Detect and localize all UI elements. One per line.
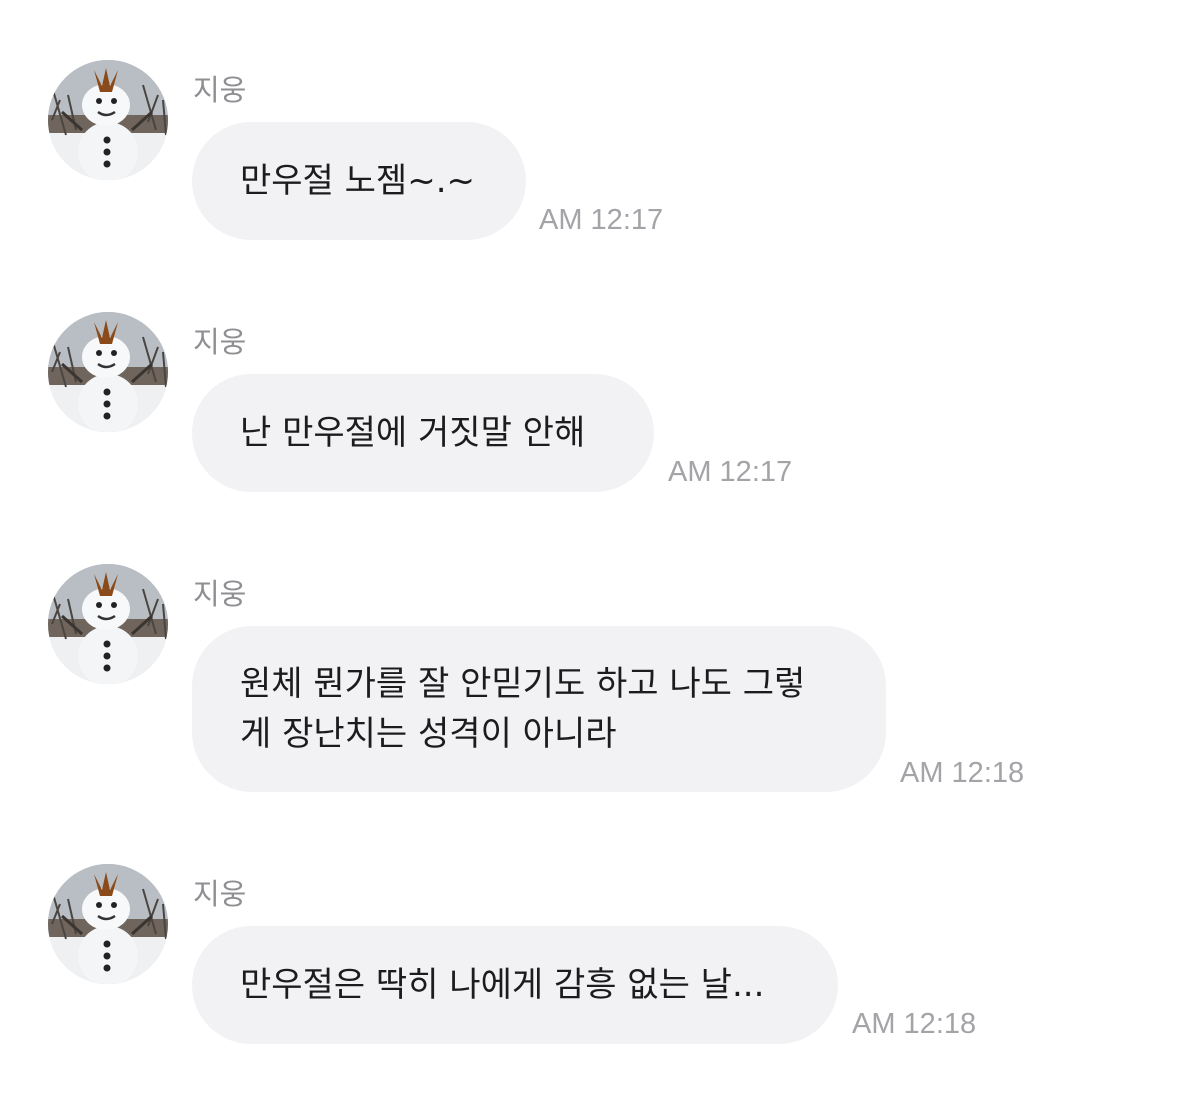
message-text: 난 만우절에 거짓말 안해 <box>240 413 586 453</box>
message-bubble[interactable]: 만우절 노젬~.~ <box>192 122 526 240</box>
snowman-avatar-icon[interactable] <box>48 312 168 432</box>
message-bubble[interactable]: 난 만우절에 거짓말 안해 <box>192 374 654 492</box>
message-time: AM 12:18 <box>900 757 1025 789</box>
message-bubble[interactable]: 만우절은 딱히 나에게 감흥 없는 날... <box>192 926 838 1044</box>
snowman-avatar-icon[interactable] <box>48 60 168 180</box>
message-text: 만우절 노젬~.~ <box>240 161 475 201</box>
message-bubble[interactable]: 원체 뭔가를 잘 안믿기도 하고 나도 그렇 게 장난치는 성격이 아니라 <box>192 626 886 792</box>
sender-name: 지웅 <box>193 325 247 359</box>
message-time: AM 12:18 <box>852 1008 977 1040</box>
sender-name: 지웅 <box>193 877 247 911</box>
message-text: 원체 뭔가를 잘 안믿기도 하고 나도 그렇 게 장난치는 성격이 아니라 <box>240 664 806 754</box>
message-time: AM 12:17 <box>668 456 793 488</box>
message-time: AM 12:17 <box>539 204 664 236</box>
snowman-avatar-icon[interactable] <box>48 864 168 984</box>
sender-name: 지웅 <box>193 73 247 107</box>
message-text: 만우절은 딱히 나에게 감흥 없는 날... <box>240 965 765 1005</box>
snowman-avatar-icon[interactable] <box>48 564 168 684</box>
sender-name: 지웅 <box>193 577 247 611</box>
